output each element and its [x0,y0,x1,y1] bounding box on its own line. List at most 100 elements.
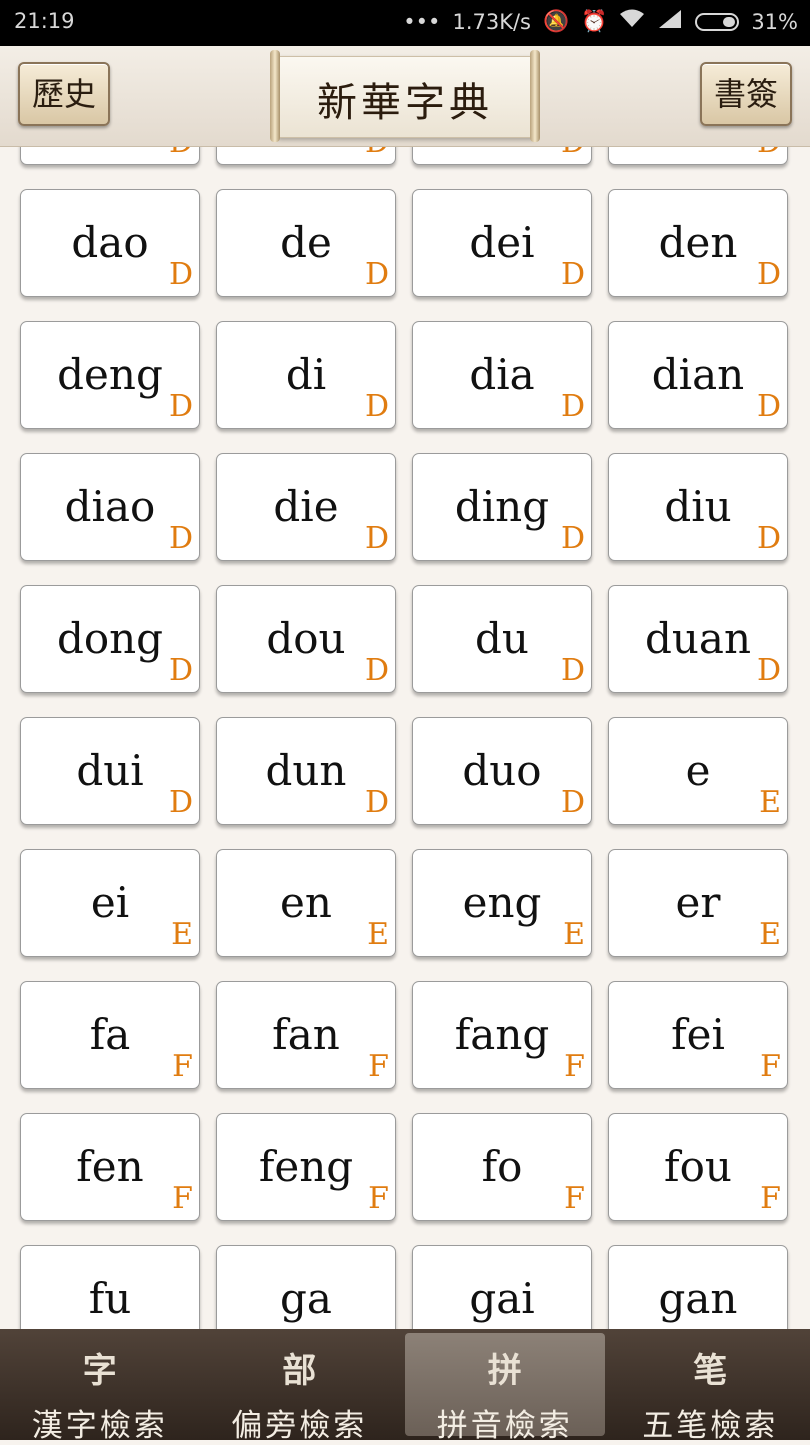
battery-icon [695,13,739,31]
tab-wubi-search[interactable]: 笔五笔檢索 [611,1329,810,1440]
pinyin-cell[interactable]: dengD [20,321,200,429]
pinyin-cell[interactable]: D [608,147,788,165]
initial-letter: D [561,521,585,556]
initial-letter: F [760,1049,781,1084]
tab-label: 拼音檢索 [405,1400,605,1445]
initial-letter: D [365,653,389,688]
initial-letter: D [169,521,193,556]
initial-letter: D [169,785,193,820]
pinyin-cell[interactable]: eE [608,717,788,825]
initial-letter: D [169,147,193,160]
more-dots-icon: ••• [403,10,440,34]
pinyin-cell[interactable]: faF [20,981,200,1089]
pinyin-cell[interactable]: foF [412,1113,592,1221]
initial-letter: D [169,653,193,688]
initial-letter: D [757,653,781,688]
initial-letter: D [365,785,389,820]
pinyin-cell[interactable]: feiF [608,981,788,1089]
app-title: 新華字典 [268,70,542,128]
initial-letter: F [564,1049,585,1084]
wifi-icon [619,9,645,34]
pinyin-cell[interactable]: diaD [412,321,592,429]
pinyin-cell[interactable]: diuD [608,453,788,561]
pinyin-cell[interactable]: duD [412,585,592,693]
pinyin-cell[interactable]: gan [608,1245,788,1329]
pinyin-syllable: gai [413,1274,591,1323]
initial-letter: E [563,917,585,952]
initial-letter: D [365,389,389,424]
pinyin-cell[interactable]: deD [216,189,396,297]
pinyin-cell[interactable]: duiD [20,717,200,825]
initial-letter: E [759,917,781,952]
pinyin-cell[interactable]: dianD [608,321,788,429]
pinyin-cell[interactable]: diD [216,321,396,429]
status-bar: 21:19 ••• 1.73K/s 🔕 ⏰ 31% [0,0,810,46]
pinyin-cell[interactable]: dingD [412,453,592,561]
history-button[interactable]: 歷史 [18,62,110,126]
tab-glyph-icon: 字 [0,1343,200,1392]
initial-letter: F [760,1181,781,1216]
initial-letter: D [561,147,585,160]
pinyin-cell[interactable]: dunD [216,717,396,825]
pinyin-cell[interactable]: D [216,147,396,165]
status-time: 21:19 [14,9,75,33]
pinyin-cell[interactable]: fu [20,1245,200,1329]
mute-icon: 🔕 [543,9,569,34]
pinyin-cell[interactable]: dongD [20,585,200,693]
initial-letter: D [561,785,585,820]
initial-letter: D [757,521,781,556]
initial-letter: F [172,1049,193,1084]
initial-letter: F [564,1181,585,1216]
bookmark-button[interactable]: 書簽 [700,62,792,126]
pinyin-grid-scroll[interactable]: D D D DdaoDdeDdeiDdenD dengDdiDdiaDdianD diao… [0,147,810,1329]
pinyin-cell[interactable]: diaoD [20,453,200,561]
tab-label: 漢字檢索 [0,1400,200,1445]
alarm-icon: ⏰ [581,9,607,34]
tab-label: 五笔檢索 [611,1400,810,1445]
pinyin-cell[interactable]: fanF [216,981,396,1089]
tab-radical-search[interactable]: 部偏旁檢索 [200,1329,400,1440]
initial-letter: F [368,1049,389,1084]
status-icons: ••• 1.73K/s 🔕 ⏰ 31% [403,9,798,34]
pinyin-cell[interactable]: daoD [20,189,200,297]
network-speed: 1.73K/s [452,10,531,34]
pinyin-cell[interactable]: engE [412,849,592,957]
app-header: 歷史 新華字典 書簽 [0,46,810,147]
pinyin-cell[interactable]: fouF [608,1113,788,1221]
pinyin-syllable: fu [21,1274,199,1323]
initial-letter: F [172,1181,193,1216]
title-scroll: 新華字典 [268,50,542,142]
pinyin-cell[interactable]: duoD [412,717,592,825]
initial-letter: D [561,257,585,292]
initial-letter: F [368,1181,389,1216]
battery-percent: 31% [751,10,798,34]
tab-hanzi-search[interactable]: 字漢字檢索 [0,1329,200,1440]
initial-letter: D [757,147,781,160]
pinyin-cell[interactable]: duanD [608,585,788,693]
pinyin-cell[interactable]: fangF [412,981,592,1089]
pinyin-cell[interactable]: denD [608,189,788,297]
pinyin-cell[interactable]: D [412,147,592,165]
pinyin-cell[interactable]: fenF [20,1113,200,1221]
pinyin-grid: D D D DdaoDdeDdeiDdenD dengDdiDdiaDdianD diao… [20,147,810,1329]
initial-letter: D [169,257,193,292]
pinyin-cell[interactable]: ga [216,1245,396,1329]
pinyin-cell[interactable]: fengF [216,1113,396,1221]
tab-pinyin-search[interactable]: 拼拼音檢索 [405,1333,605,1436]
pinyin-cell[interactable]: douD [216,585,396,693]
pinyin-syllable: gan [609,1274,787,1323]
pinyin-cell[interactable]: deiD [412,189,592,297]
pinyin-cell[interactable]: erE [608,849,788,957]
initial-letter: E [367,917,389,952]
initial-letter: D [561,389,585,424]
initial-letter: D [561,653,585,688]
pinyin-cell[interactable]: enE [216,849,396,957]
tab-glyph-icon: 笔 [611,1343,810,1392]
initial-letter: D [169,389,193,424]
pinyin-cell[interactable]: gai [412,1245,592,1329]
initial-letter: D [365,521,389,556]
pinyin-cell[interactable]: dieD [216,453,396,561]
pinyin-cell[interactable]: eiE [20,849,200,957]
pinyin-cell[interactable]: D [20,147,200,165]
initial-letter: D [365,147,389,160]
